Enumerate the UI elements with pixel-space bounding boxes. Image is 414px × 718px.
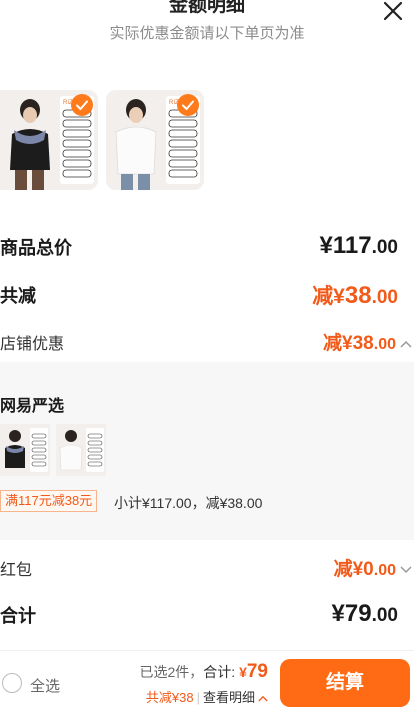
total-discount-integer: 38 <box>344 282 372 309</box>
currency-symbol: ¥ <box>319 232 333 259</box>
product-thumbnail-white-tee[interactable]: RIZE <box>106 90 204 190</box>
checked-icon[interactable] <box>71 94 93 116</box>
checked-icon[interactable] <box>177 94 199 116</box>
store-name: 网易严选 <box>0 398 65 415</box>
total-discount-row: 共减 减¥38.00 <box>0 280 414 310</box>
red-packet-decimal: .00 <box>373 562 396 579</box>
discount-prefix: 减¥ <box>323 333 353 354</box>
store-discount-decimal: .00 <box>373 336 396 353</box>
selected-summary: 已选2件，合计: ¥79 <box>139 661 268 683</box>
mini-thumbnail-white-tee <box>56 424 106 476</box>
goods-total-label: 商品总价 <box>0 238 72 258</box>
goods-total-value: ¥117.00 <box>320 232 399 260</box>
selected-count: 已选2件， <box>139 664 204 680</box>
promo-tag: 满117元减38元 <box>0 490 98 512</box>
goods-total-decimal: .00 <box>371 237 398 258</box>
select-all-label[interactable]: 全选 <box>30 675 60 696</box>
modal-title: 金额明细 <box>168 0 245 16</box>
store-discount-panel: 网易严选 满117元减38元 小计¥117.00，减¥38.00 <box>0 362 414 540</box>
currency-symbol: ¥ <box>239 664 247 680</box>
total-discount-label: 共减 <box>0 286 36 306</box>
store-discount-value: 减¥38.00 <box>323 328 412 355</box>
product-thumbnails: RIZE RIZE <box>0 90 414 190</box>
chevron-up-icon[interactable] <box>258 695 268 702</box>
bar-total-label: 合计: <box>203 664 236 680</box>
promo-subtotal-text: 小计¥117.00，减¥38.00 <box>114 495 263 511</box>
store-discount-row[interactable]: 店铺优惠 减¥38.00 <box>0 328 414 354</box>
grand-total-integer: 79 <box>344 600 372 627</box>
bar-total-amount: 79 <box>246 661 268 682</box>
grand-total-label: 合计 <box>0 606 36 626</box>
currency-symbol: ¥ <box>331 600 345 627</box>
red-packet-row[interactable]: 红包 减¥0.00 <box>0 554 414 580</box>
grand-total-value: ¥79.00 <box>332 600 398 628</box>
store-discount-label: 店铺优惠 <box>0 336 65 353</box>
red-packet-label: 红包 <box>0 562 33 579</box>
goods-total-integer: 117 <box>332 232 372 259</box>
total-discount-value: 减¥38.00 <box>312 280 398 310</box>
total-discount-decimal: .00 <box>371 287 398 308</box>
select-all-radio[interactable] <box>2 673 22 693</box>
store-discount-integer: 38 <box>352 333 374 354</box>
grand-total-decimal: .00 <box>371 605 398 626</box>
bar-discount-summary: 共减¥38 | 查看明细 <box>146 687 268 706</box>
chevron-up-icon[interactable] <box>400 340 412 348</box>
goods-total-row: 商品总价 ¥117.00 <box>0 232 414 262</box>
chevron-down-icon[interactable] <box>400 566 412 574</box>
checkout-bar: 全选 已选2件，合计: ¥79 共减¥38 | 查看明细 结算 <box>0 650 414 718</box>
close-icon[interactable] <box>382 0 404 22</box>
mini-thumbnail-black-tee <box>0 424 50 476</box>
modal-subtitle: 实际优惠金额请以下单页为准 <box>109 25 305 42</box>
product-thumbnail-black-tee[interactable]: RIZE <box>0 90 98 190</box>
product-image <box>0 424 50 476</box>
bar-total-value: ¥79 <box>239 661 268 682</box>
modal-header: 金额明细 实际优惠金额请以下单页为准 <box>0 0 414 60</box>
grand-total-row: 合计 ¥79.00 <box>0 600 414 630</box>
red-packet-integer: 0 <box>363 559 374 580</box>
discount-prefix: 减¥ <box>333 559 364 580</box>
view-details-link[interactable]: 查看明细 <box>203 690 255 705</box>
checkout-button[interactable]: 结算 <box>280 659 410 707</box>
discount-prefix: 减¥ <box>312 285 345 308</box>
product-image <box>56 424 106 476</box>
divider: | <box>196 690 200 705</box>
bar-discount-text: 共减¥38 <box>145 690 194 705</box>
red-packet-value: 减¥0.00 <box>334 554 412 581</box>
